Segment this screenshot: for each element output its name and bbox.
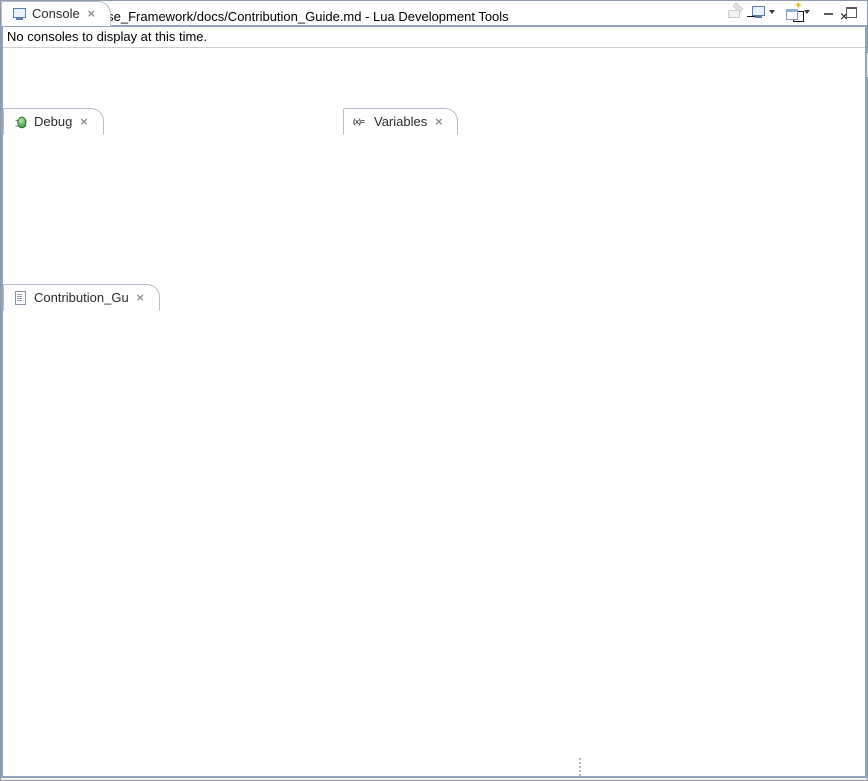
close-tab-icon[interactable]: × bbox=[136, 291, 145, 304]
minimize-view-icon bbox=[824, 10, 833, 15]
maximize-view-button[interactable] bbox=[843, 4, 859, 20]
console-icon bbox=[11, 6, 27, 22]
tab-contribution-guide[interactable]: Contribution_Gu × bbox=[3, 284, 160, 311]
console-view-body: No consoles to display at this time. bbox=[1, 25, 867, 778]
application-window: Debug - Moose_Framework/docs/Contributio… bbox=[0, 0, 868, 781]
variables-icon: (x)= bbox=[353, 114, 369, 130]
dropdown-arrow-icon[interactable] bbox=[804, 10, 810, 14]
file-icon bbox=[13, 290, 29, 306]
maximize-view-icon bbox=[846, 7, 857, 18]
minimize-view-button[interactable] bbox=[820, 4, 836, 20]
display-selected-console-icon bbox=[750, 4, 766, 20]
close-tab-icon[interactable]: × bbox=[434, 115, 443, 128]
editor-tab-label: Contribution_Gu bbox=[34, 290, 129, 305]
tab-debug[interactable]: Debug × bbox=[3, 108, 104, 135]
open-console-button[interactable] bbox=[785, 4, 813, 20]
tab-label: Variables bbox=[374, 114, 427, 129]
tab-console[interactable]: Console × bbox=[1, 1, 111, 26]
console-message: No consoles to display at this time. bbox=[3, 27, 865, 48]
close-tab-icon[interactable]: × bbox=[79, 115, 88, 128]
open-console-icon bbox=[785, 4, 801, 20]
tab-variables[interactable]: (x)= Variables × bbox=[343, 108, 458, 135]
console-tab-label: Console bbox=[32, 6, 80, 21]
console-toolbar bbox=[727, 4, 859, 20]
debug-view-icon bbox=[14, 114, 28, 128]
pin-console-icon bbox=[727, 4, 743, 20]
close-tab-icon[interactable]: × bbox=[87, 7, 96, 20]
dropdown-arrow-icon[interactable] bbox=[769, 10, 775, 14]
display-selected-console-button[interactable] bbox=[750, 4, 778, 20]
status-bar-grip[interactable] bbox=[579, 758, 584, 776]
debug-tab-label: Debug bbox=[34, 114, 72, 129]
